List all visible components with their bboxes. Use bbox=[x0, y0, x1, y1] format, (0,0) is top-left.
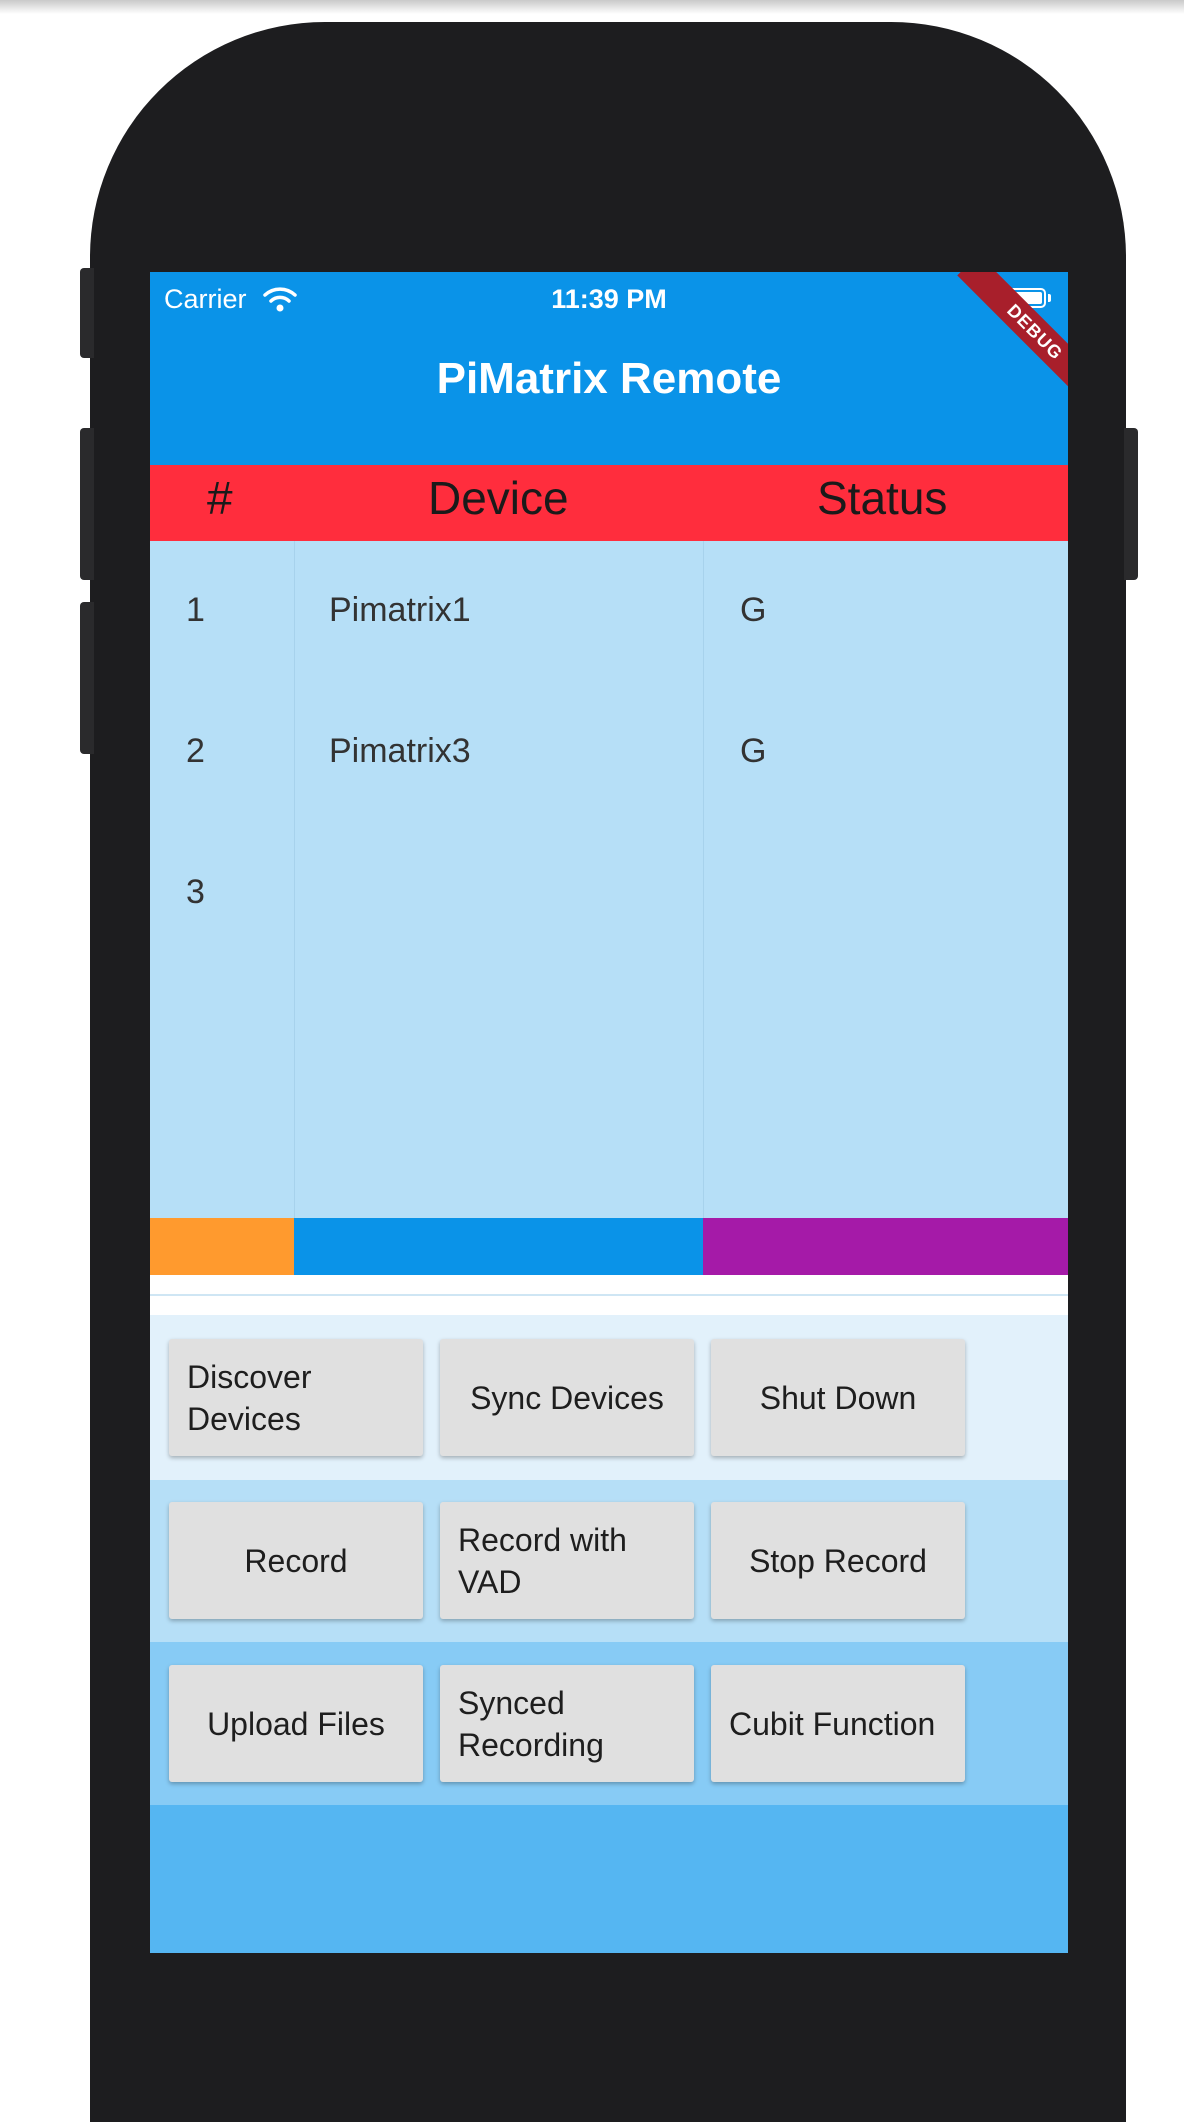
app-bar: PiMatrix Remote bbox=[150, 328, 1068, 465]
synced-recording-button[interactable]: Synced Recording bbox=[440, 1665, 694, 1782]
section-divider bbox=[150, 1294, 1068, 1296]
row-1-number: 1 bbox=[186, 591, 205, 629]
shut-down-button[interactable]: Shut Down bbox=[711, 1339, 965, 1456]
record-with-vad-button[interactable]: Record with VAD bbox=[440, 1502, 694, 1619]
row-2-number: 2 bbox=[186, 732, 205, 770]
app-title: PiMatrix Remote bbox=[436, 354, 782, 403]
record-button[interactable]: Record bbox=[169, 1502, 423, 1619]
sync-devices-button[interactable]: Sync Devices bbox=[440, 1339, 694, 1456]
top-shadow bbox=[0, 0, 1184, 14]
button-row-3: Upload Files Synced Recording Cubit Func… bbox=[150, 1642, 1068, 1805]
row-1-device[interactable]: Pimatrix1 bbox=[329, 591, 471, 630]
color-bar-purple bbox=[703, 1218, 1068, 1275]
header-device: Device bbox=[428, 472, 569, 524]
power-button bbox=[1124, 428, 1138, 580]
color-bar-orange bbox=[150, 1218, 294, 1275]
row-1-status: G bbox=[740, 591, 767, 629]
bottom-area bbox=[150, 1805, 1068, 1953]
volume-down-button bbox=[80, 602, 94, 754]
header-status: Status bbox=[817, 472, 948, 524]
phone-screen: Carrier 11:39 PM PiMatrix Remote DEBUG #… bbox=[150, 272, 1068, 1953]
table-header: # Device Status bbox=[150, 465, 1068, 541]
upload-files-button[interactable]: Upload Files bbox=[169, 1665, 423, 1782]
button-row-1: Discover Devices Sync Devices Shut Down bbox=[150, 1315, 1068, 1480]
row-2-status: G bbox=[740, 732, 767, 770]
volume-up-button bbox=[80, 428, 94, 580]
column-divider bbox=[703, 541, 704, 1218]
stop-record-button[interactable]: Stop Record bbox=[711, 1502, 965, 1619]
row-2-device[interactable]: Pimatrix3 bbox=[329, 732, 471, 771]
header-number: # bbox=[207, 472, 233, 524]
button-row-2: Record Record with VAD Stop Record bbox=[150, 1480, 1068, 1642]
status-bar: Carrier 11:39 PM bbox=[150, 272, 1068, 328]
discover-devices-button[interactable]: Discover Devices bbox=[169, 1339, 423, 1456]
mute-switch bbox=[80, 268, 94, 358]
battery-tip bbox=[1048, 294, 1051, 302]
row-3-number: 3 bbox=[186, 873, 205, 911]
column-divider bbox=[294, 541, 295, 1218]
status-time: 11:39 PM bbox=[551, 284, 667, 314]
color-bar-blue bbox=[294, 1218, 703, 1275]
device-table: 1 Pimatrix1 G 2 Pimatrix3 G 3 bbox=[150, 541, 1068, 1218]
cubit-function-button[interactable]: Cubit Function bbox=[711, 1665, 965, 1782]
